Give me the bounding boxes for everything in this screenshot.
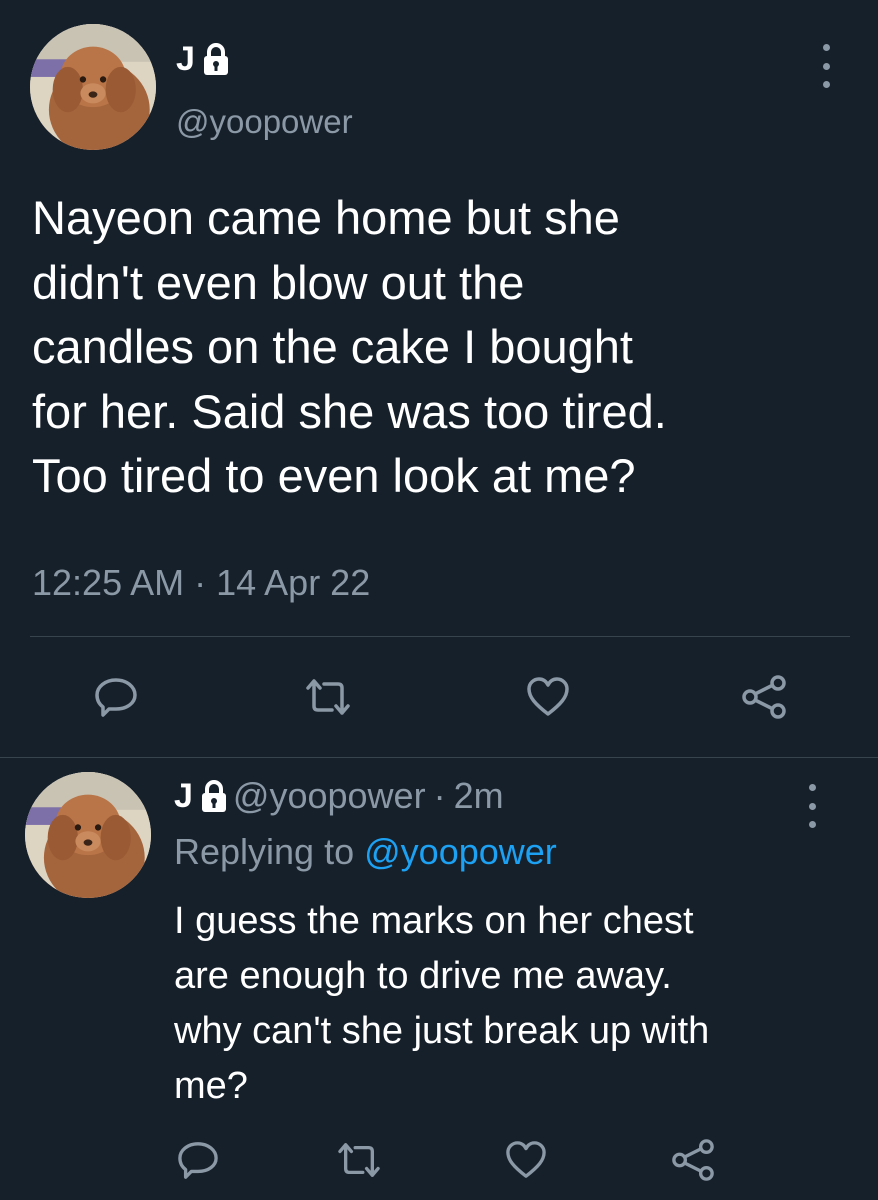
avatar[interactable] [25, 772, 151, 898]
lock-icon [199, 779, 229, 813]
poodle-avatar-image [25, 772, 151, 898]
separator-dot: · [433, 775, 446, 816]
reply-icon[interactable] [176, 1140, 220, 1180]
like-icon[interactable] [504, 1140, 548, 1180]
replying-to-mention[interactable]: @yoopower [364, 831, 557, 872]
reply-text: I guess the marks on her chest are enoug… [174, 900, 710, 1107]
more-vertical-icon[interactable] [806, 784, 818, 828]
reply-icon[interactable] [93, 676, 139, 718]
author-handle[interactable]: @yoopower [176, 102, 353, 142]
reply-header: J @yoopower · 2m [174, 774, 504, 818]
share-icon[interactable] [670, 1138, 716, 1182]
display-name[interactable]: J [176, 40, 195, 78]
share-icon[interactable] [740, 674, 788, 720]
divider [30, 636, 850, 637]
time-ago[interactable]: 2m [454, 774, 504, 818]
author-handle[interactable]: @yoopower [233, 774, 426, 818]
retweet-icon[interactable] [302, 676, 354, 718]
like-icon[interactable] [525, 676, 571, 718]
display-name[interactable]: J [174, 777, 193, 815]
main-tweet: J @yoopower Nayeon came home but she did… [0, 0, 878, 758]
lock-icon [201, 42, 231, 76]
avatar[interactable] [30, 24, 156, 150]
retweet-icon[interactable] [334, 1140, 384, 1180]
poodle-avatar-image [30, 24, 156, 150]
tweet-text: Nayeon came home but she didn't even blo… [32, 191, 667, 502]
tweet-timestamp[interactable]: 12:25 AM · 14 Apr 22 [32, 556, 370, 610]
replying-to: Replying to @yoopower [174, 828, 557, 876]
more-vertical-icon[interactable] [820, 44, 832, 88]
replying-to-label: Replying to [174, 831, 355, 872]
author-name-row[interactable]: J [176, 40, 231, 78]
reply-tweet: J @yoopower · 2m Replying to @yoopower I… [0, 758, 878, 1200]
